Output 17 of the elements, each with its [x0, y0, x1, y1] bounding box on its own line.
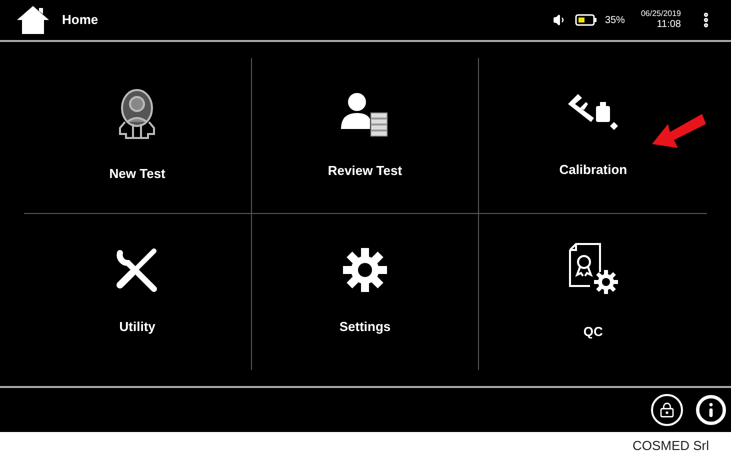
- battery-percent: 35%: [604, 14, 625, 28]
- info-icon[interactable]: [695, 394, 727, 426]
- person-mask-icon: [117, 88, 158, 140]
- battery-icon: [574, 14, 597, 26]
- menu-tile[interactable]: Utility: [24, 214, 252, 370]
- menu-tile[interactable]: Review Test: [252, 58, 480, 214]
- lock-button[interactable]: [651, 394, 683, 426]
- gear-icon: [342, 247, 388, 294]
- menu-tile[interactable]: Settings: [252, 214, 480, 370]
- time-text: 11:08: [656, 18, 681, 32]
- menu-tile[interactable]: QC: [479, 214, 707, 370]
- lock-icon: [659, 402, 675, 418]
- home-icon[interactable]: [16, 5, 50, 35]
- date-text: 06/25/2019: [640, 8, 681, 19]
- caption-text: COSMED Srl: [632, 436, 709, 455]
- screen-title: Home: [62, 11, 98, 30]
- menu-tile[interactable]: New Test: [24, 58, 252, 214]
